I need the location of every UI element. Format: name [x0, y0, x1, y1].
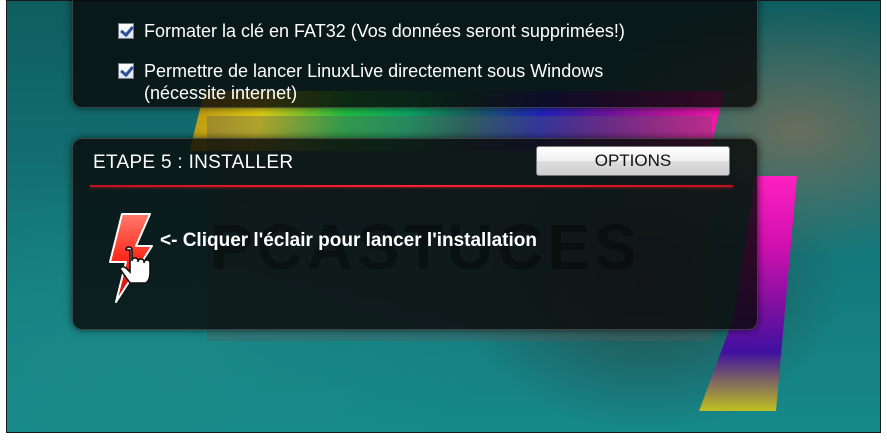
step5-divider: [90, 185, 733, 187]
format-fat32-checkbox[interactable]: [118, 23, 134, 39]
install-hint: <- Cliquer l'éclair pour lancer l'instal…: [160, 230, 537, 251]
format-fat32-option[interactable]: Formater la clé en FAT32 (Vos données se…: [118, 20, 625, 42]
format-fat32-label: Formater la clé en FAT32 (Vos données se…: [144, 21, 625, 41]
launch-windows-label-line1: Permettre de lancer LinuxLive directemen…: [144, 61, 604, 81]
step5-title: ETAPE 5 : INSTALLER: [93, 152, 294, 173]
launch-windows-checkbox[interactable]: [118, 63, 134, 79]
launch-windows-label: Permettre de lancer LinuxLive directemen…: [144, 60, 603, 104]
lightning-install-icon[interactable]: [102, 210, 160, 306]
launch-windows-option[interactable]: Permettre de lancer LinuxLive directemen…: [118, 60, 603, 104]
launch-windows-label-line2: (nécessite internet): [144, 83, 298, 103]
options-button[interactable]: OPTIONS: [536, 146, 730, 176]
